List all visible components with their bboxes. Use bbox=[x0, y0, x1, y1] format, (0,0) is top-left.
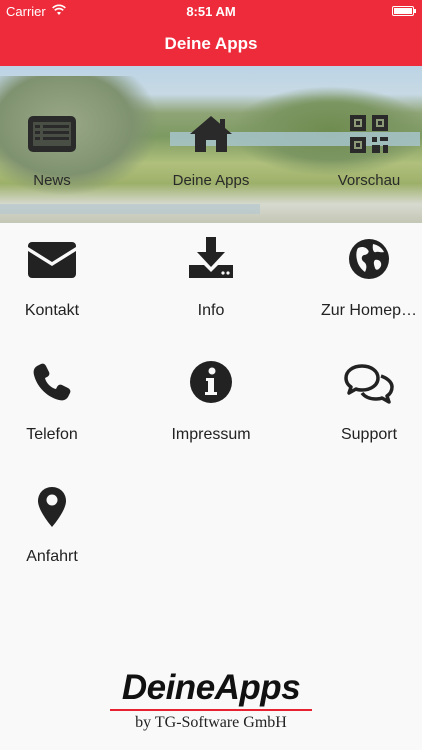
grid-item-kontakt[interactable]: Kontakt bbox=[0, 240, 122, 319]
grid-item-info[interactable]: Info bbox=[141, 236, 281, 319]
news-icon bbox=[28, 116, 76, 152]
grid-item-impressum[interactable]: Impressum bbox=[141, 360, 281, 443]
banner-item-vorschau[interactable]: Vorschau bbox=[299, 114, 422, 189]
qr-code-icon bbox=[350, 115, 388, 153]
grid-item-label: Anfahrt bbox=[26, 548, 78, 565]
page-title: Deine Apps bbox=[164, 34, 258, 53]
phone-icon bbox=[33, 363, 71, 401]
grid-item-anfahrt[interactable]: Anfahrt bbox=[0, 486, 122, 565]
brand-underline bbox=[110, 709, 312, 711]
info-circle-icon bbox=[190, 361, 232, 403]
chat-bubbles-icon bbox=[344, 364, 394, 404]
grid-item-label: Kontakt bbox=[24, 302, 80, 319]
brand-name: DeineApps bbox=[121, 668, 301, 707]
brand-byline: by TG-Software GmbH bbox=[135, 714, 287, 731]
banner-water-foreground bbox=[0, 204, 260, 214]
footer-logo: DeineApps by TG-Software GmbH bbox=[0, 668, 422, 732]
grid-item-homepage[interactable]: Zur Homep… bbox=[299, 238, 422, 319]
battery-icon bbox=[392, 6, 416, 16]
nav-bar: Deine Apps bbox=[0, 22, 422, 66]
grid-item-label: Zur Homep… bbox=[320, 302, 418, 319]
download-icon bbox=[189, 237, 233, 278]
grid-item-label: Info bbox=[197, 302, 225, 319]
grid-item-label: Impressum bbox=[171, 426, 251, 443]
banner-item-label: Vorschau bbox=[337, 172, 401, 189]
banner-item-deine-apps[interactable]: Deine Apps bbox=[141, 114, 281, 189]
globe-icon bbox=[349, 239, 389, 279]
grid-item-support[interactable]: Support bbox=[299, 364, 422, 443]
status-time: 8:51 AM bbox=[186, 4, 236, 19]
banner-item-label: News bbox=[33, 172, 71, 189]
grid-item-label: Telefon bbox=[26, 426, 78, 443]
header-banner: News Deine Apps Vorschau bbox=[0, 66, 422, 223]
status-bar: Carrier 8:51 AM bbox=[0, 0, 422, 22]
grid-item-telefon[interactable]: Telefon bbox=[0, 362, 122, 443]
grid-item-label: Support bbox=[340, 426, 398, 443]
home-icon bbox=[190, 116, 232, 152]
envelope-icon bbox=[28, 242, 76, 278]
banner-item-label: Deine Apps bbox=[172, 172, 250, 189]
banner-item-news[interactable]: News bbox=[0, 114, 122, 189]
map-marker-icon bbox=[38, 487, 66, 527]
